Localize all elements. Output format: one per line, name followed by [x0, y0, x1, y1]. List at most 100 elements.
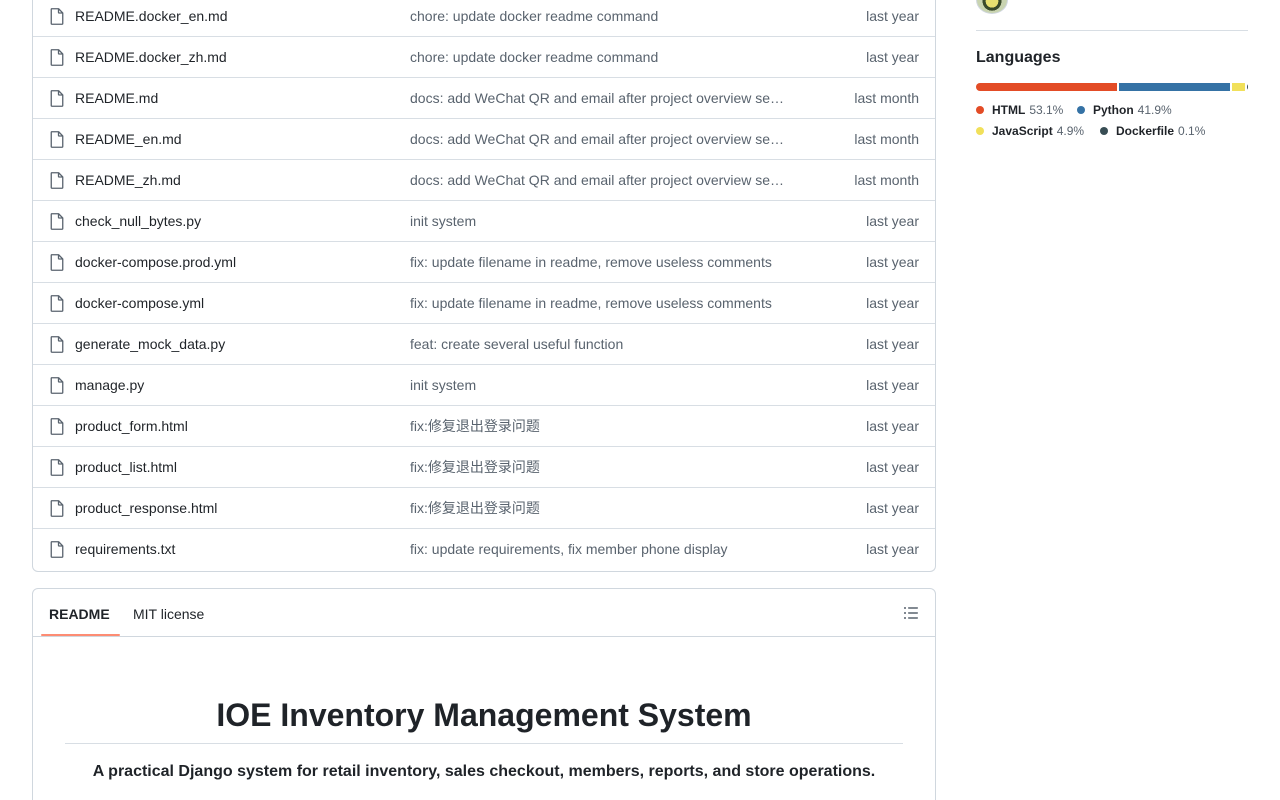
commit-message-link[interactable]: fix:修复退出登录问题 — [410, 447, 540, 488]
file-icon — [50, 459, 64, 476]
commit-time: last year — [866, 459, 919, 475]
commit-message-link[interactable]: chore: update docker readme command — [410, 37, 658, 78]
commit-time: last year — [866, 418, 919, 434]
language-name: Dockerfile — [1116, 124, 1175, 138]
file-icon — [50, 8, 64, 25]
file-name-link[interactable]: README.docker_en.md — [75, 0, 228, 37]
file-name-link[interactable]: README.md — [75, 78, 158, 119]
language-item-dockerfile[interactable]: Dockerfile 0.1% — [1100, 122, 1205, 140]
table-row: README.docker_en.md chore: update docker … — [33, 0, 935, 37]
table-row: product_list.html fix:修复退出登录问题 last year — [33, 447, 935, 488]
file-name-link[interactable]: generate_mock_data.py — [75, 324, 225, 365]
readme-subtitle: A practical Django system for retail inv… — [92, 763, 876, 780]
table-row: product_response.html fix:修复退出登录问题 last ye… — [33, 488, 935, 529]
file-icon — [50, 377, 64, 394]
table-row: README.docker_zh.md chore: update docker … — [33, 37, 935, 78]
commit-time: last year — [866, 49, 919, 65]
file-table: README.docker_en.md chore: update docker … — [32, 0, 936, 572]
file-icon — [50, 90, 64, 107]
readme-tab-bar: README MIT license — [33, 589, 935, 637]
commit-time: last year — [866, 377, 919, 393]
language-percent: 41.9% — [1137, 103, 1172, 117]
list-unordered-icon[interactable] — [903, 605, 919, 621]
file-name-link[interactable]: requirements.txt — [75, 529, 175, 570]
readme-title-divider — [65, 743, 903, 744]
file-icon — [50, 213, 64, 230]
languages-heading: Languages — [976, 49, 1061, 66]
commit-message-link[interactable]: chore: update docker readme command — [410, 0, 658, 37]
table-row: product_form.html fix:修复退出登录问题 last year — [33, 406, 935, 447]
commit-message-link[interactable]: fix: update requirements, fix member pho… — [410, 529, 728, 570]
readme-box: README MIT license IOE Inventory Managem… — [32, 588, 936, 800]
commit-message-link[interactable]: docs: add WeChat QR and email after proj… — [410, 78, 784, 119]
language-color-dot — [976, 106, 984, 114]
commit-time: last year — [866, 541, 919, 557]
tab-readme[interactable]: README — [41, 589, 118, 637]
language-bar-segment[interactable] — [1247, 83, 1248, 91]
commit-message-link[interactable]: docs: add WeChat QR and email after proj… — [410, 119, 784, 160]
file-icon — [50, 254, 64, 271]
language-bar-segment[interactable] — [1118, 83, 1230, 91]
commit-message-link[interactable]: init system — [410, 365, 476, 406]
language-name: JavaScript — [992, 124, 1053, 138]
sidebar-divider — [976, 30, 1248, 31]
commit-message-link[interactable]: docs: add WeChat QR and email after proj… — [410, 160, 784, 201]
language-bar-segment[interactable] — [976, 83, 1117, 91]
table-row: README_en.md docs: add WeChat QR and emai… — [33, 119, 935, 160]
file-name-link[interactable]: product_form.html — [75, 406, 188, 447]
commit-message-link[interactable]: fix:修复退出登录问题 — [410, 406, 540, 447]
table-row: docker-compose.yml fix: update filename i… — [33, 283, 935, 324]
commit-time: last year — [866, 295, 919, 311]
language-bar — [976, 83, 1248, 91]
file-name-link[interactable]: README_zh.md — [75, 160, 181, 201]
file-icon — [50, 500, 64, 517]
commit-message-link[interactable]: feat: create several useful function — [410, 324, 623, 365]
readme-title: IOE Inventory Management System — [216, 697, 752, 733]
table-row: README.md docs: add WeChat QR and email a… — [33, 78, 935, 119]
file-name-link[interactable]: docker-compose.prod.yml — [75, 242, 236, 283]
commit-time: last year — [866, 500, 919, 516]
commit-time: last month — [854, 90, 919, 106]
commit-time: last year — [866, 254, 919, 270]
file-icon — [50, 336, 64, 353]
active-tab-indicator — [41, 634, 120, 636]
tab-mit-license[interactable]: MIT license — [125, 589, 212, 637]
contributor-avatar[interactable] — [976, 0, 1008, 14]
table-row: requirements.txt fix: update requirements… — [33, 529, 935, 570]
file-name-link[interactable]: manage.py — [75, 365, 144, 406]
commit-time: last year — [866, 336, 919, 352]
commit-time: last month — [854, 172, 919, 188]
file-name-link[interactable]: README.docker_zh.md — [75, 37, 227, 78]
language-name: Python — [1093, 103, 1134, 117]
commit-time: last year — [866, 213, 919, 229]
table-row: manage.py init system last year — [33, 365, 935, 406]
file-name-link[interactable]: product_list.html — [75, 447, 177, 488]
language-percent: 4.9% — [1056, 124, 1085, 138]
language-name: HTML — [992, 103, 1026, 117]
file-name-link[interactable]: product_response.html — [75, 488, 217, 529]
file-icon — [50, 295, 64, 312]
language-bar-segment[interactable] — [1232, 83, 1245, 91]
language-color-dot — [976, 127, 984, 135]
language-percent: 0.1% — [1178, 124, 1206, 138]
commit-message-link[interactable]: fix: update filename in readme, remove u… — [410, 242, 772, 283]
file-icon — [50, 49, 64, 66]
commit-message-link[interactable]: fix:修复退出登录问题 — [410, 488, 540, 529]
file-name-link[interactable]: docker-compose.yml — [75, 283, 204, 324]
language-item-python[interactable]: Python 41.9% — [1077, 101, 1172, 119]
commit-message-link[interactable]: fix: update filename in readme, remove u… — [410, 283, 772, 324]
table-row: docker-compose.prod.yml fix: update filen… — [33, 242, 935, 283]
file-name-link[interactable]: README_en.md — [75, 119, 182, 160]
file-icon — [50, 418, 64, 435]
language-item-html[interactable]: HTML 53.1% — [976, 101, 1063, 119]
file-icon — [50, 172, 64, 189]
language-percent: 53.1% — [1029, 103, 1064, 117]
commit-time: last year — [866, 8, 919, 24]
table-row: check_null_bytes.py init system last year — [33, 201, 935, 242]
language-item-javascript[interactable]: JavaScript 4.9% — [976, 122, 1084, 140]
commit-message-link[interactable]: init system — [410, 201, 476, 242]
language-color-dot — [1077, 106, 1085, 114]
file-icon — [50, 541, 64, 558]
file-icon — [50, 131, 64, 148]
file-name-link[interactable]: check_null_bytes.py — [75, 201, 201, 242]
